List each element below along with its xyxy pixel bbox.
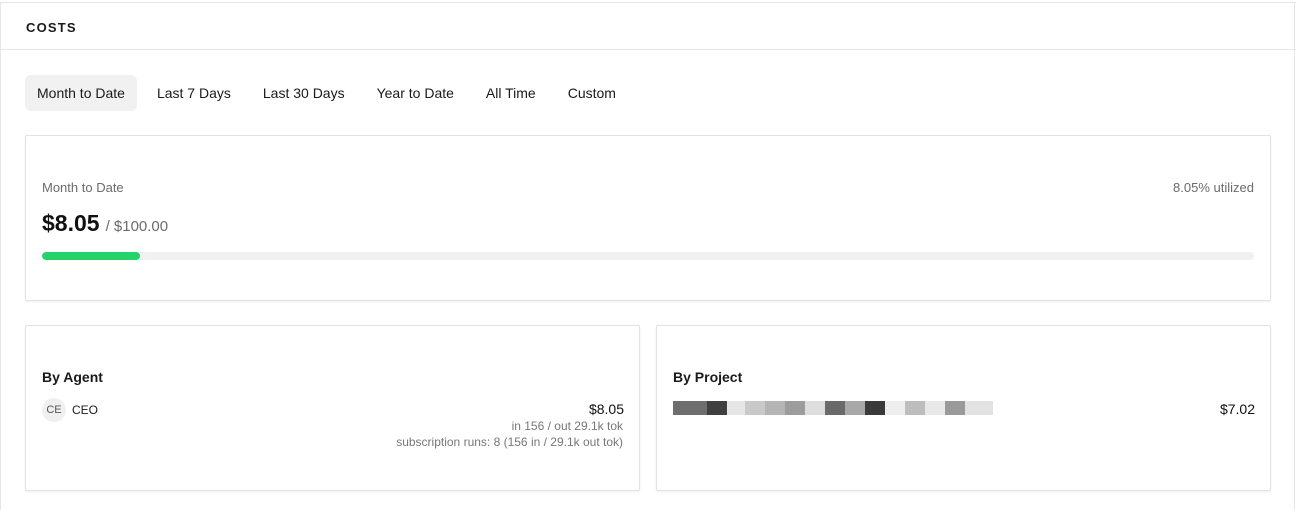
by-agent-card: By Agent CE CEO $8.05 in 156 / out 29.1k… xyxy=(25,325,640,491)
agent-cost: $8.05 xyxy=(588,401,624,417)
tab-year-to-date[interactable]: Year to Date xyxy=(365,75,466,111)
agent-subscription-runs: subscription runs: 8 (156 in / 29.1k out… xyxy=(396,435,623,449)
agent-token-usage: in 156 / out 29.1k tok xyxy=(511,419,623,433)
budget-limit: / $100.00 xyxy=(105,218,169,235)
period-label: Month to Date xyxy=(42,180,124,195)
tab-last-7-days[interactable]: Last 7 Days xyxy=(145,75,243,111)
by-agent-title: By Agent xyxy=(42,369,103,385)
avatar: CE xyxy=(42,398,66,422)
project-row: $7.02 xyxy=(673,400,1255,418)
date-range-tabs: Month to Date Last 7 Days Last 30 Days Y… xyxy=(25,75,636,111)
by-project-card: By Project $7.02 xyxy=(656,325,1271,491)
spend-amount: $8.05 xyxy=(42,210,100,236)
right-border xyxy=(1294,2,1295,510)
spend-amount-row: $8.05 / $100.00 xyxy=(42,210,168,237)
by-project-title: By Project xyxy=(673,369,743,385)
agent-name: CEO xyxy=(72,403,99,417)
left-border xyxy=(0,2,1,510)
budget-progress-fill xyxy=(42,252,140,260)
tab-all-time[interactable]: All Time xyxy=(474,75,548,111)
project-cost: $7.02 xyxy=(1219,401,1255,417)
tab-custom[interactable]: Custom xyxy=(556,75,628,111)
utilization-text: 8.05% utilized xyxy=(1173,180,1254,195)
budget-progress-track xyxy=(42,252,1254,260)
section-header: COSTS xyxy=(0,3,1296,50)
page-title: COSTS xyxy=(26,20,77,35)
costs-panel: COSTS Month to Date Last 7 Days Last 30 … xyxy=(0,0,1296,510)
tab-month-to-date[interactable]: Month to Date xyxy=(25,75,137,111)
budget-summary-card: Month to Date 8.05% utilized $8.05 / $10… xyxy=(25,135,1271,301)
redacted-project-name xyxy=(673,400,993,416)
tab-last-30-days[interactable]: Last 30 Days xyxy=(251,75,357,111)
